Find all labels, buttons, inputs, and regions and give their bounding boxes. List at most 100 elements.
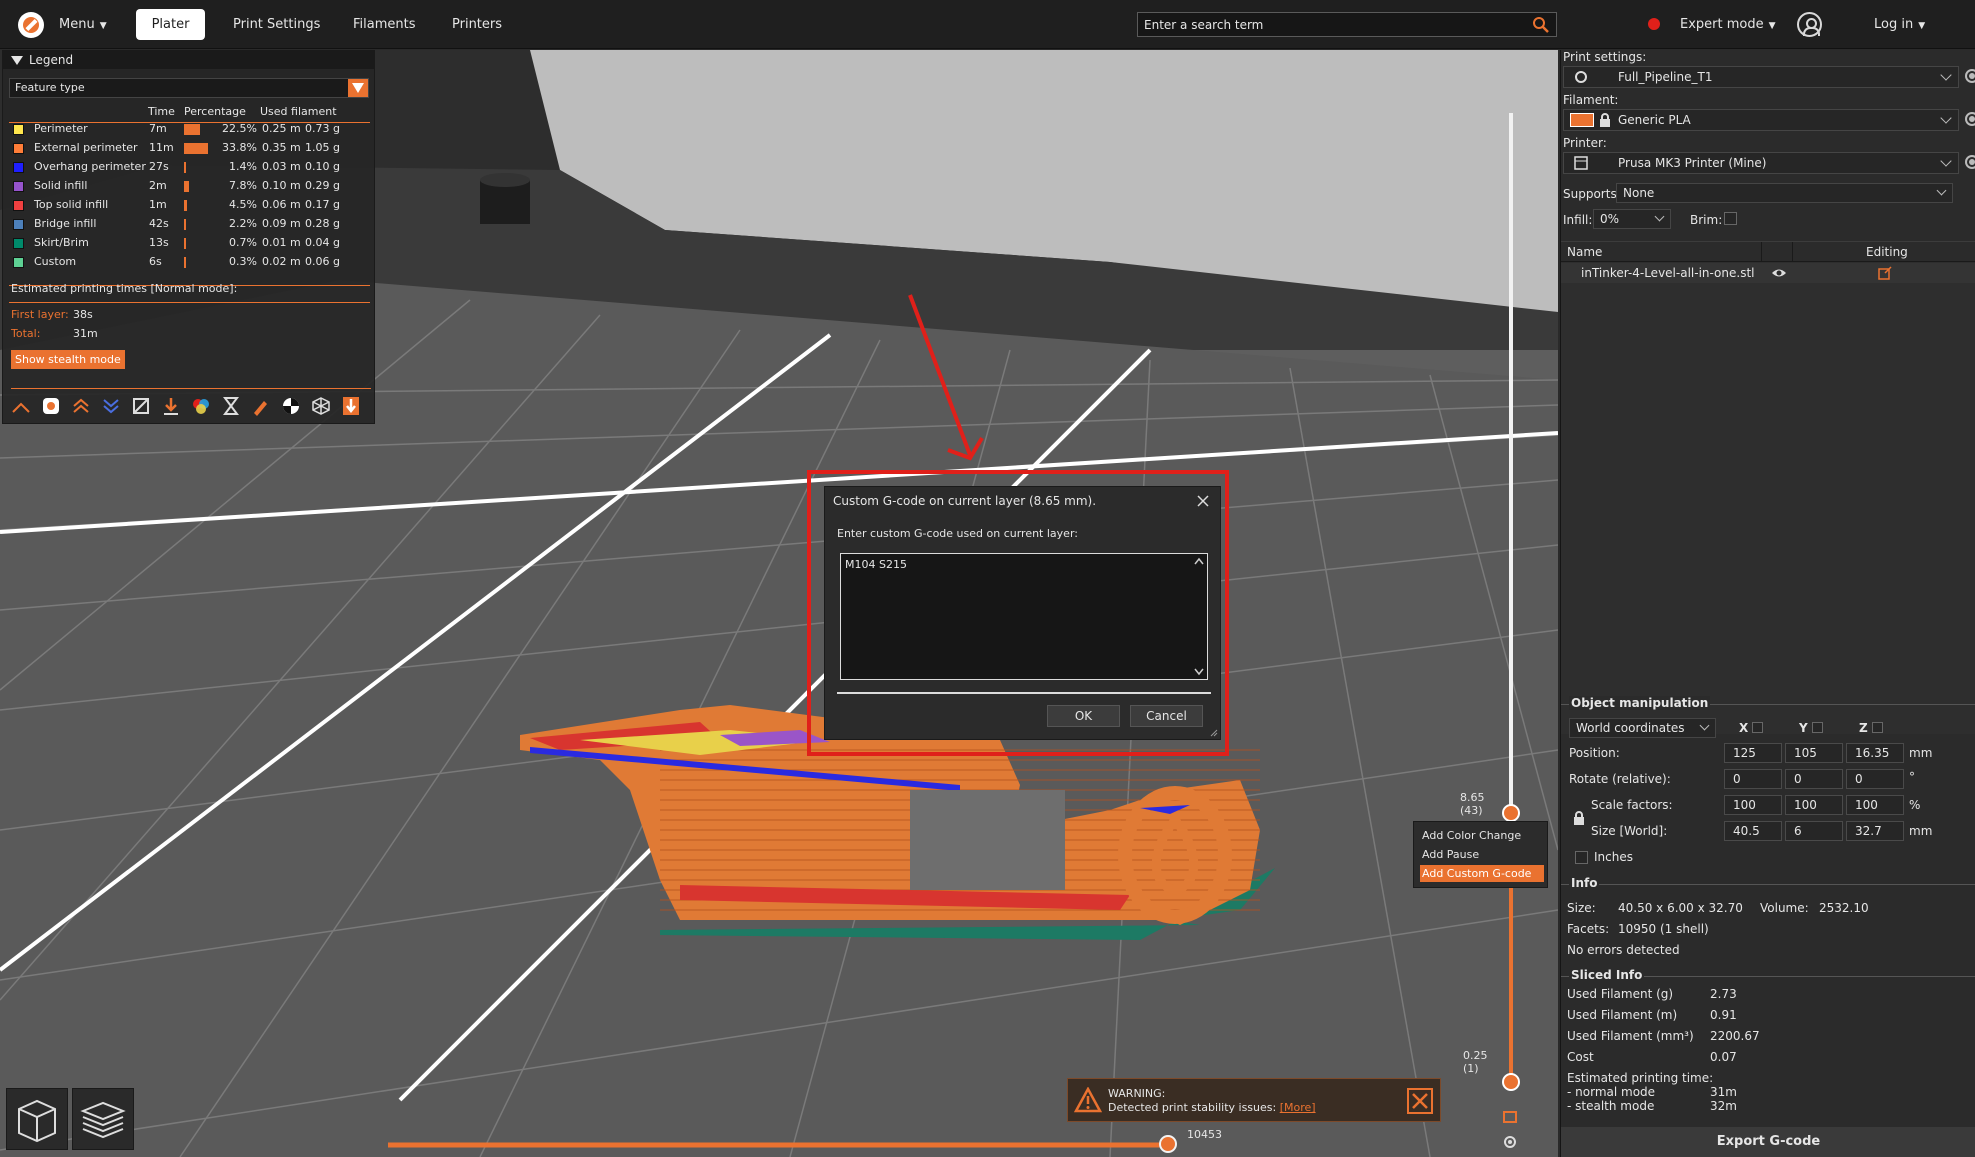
- coordinate-system-select[interactable]: World coordinates: [1569, 718, 1716, 738]
- printer-edit-icon[interactable]: [1965, 155, 1975, 169]
- wipe-icon[interactable]: [41, 396, 61, 416]
- ok-button[interactable]: OK: [1047, 705, 1120, 727]
- filament-combo[interactable]: Generic PLA: [1563, 109, 1959, 131]
- feature-grams: 0.28 g: [305, 217, 340, 230]
- dropdown-arrow-icon: [348, 79, 368, 97]
- color-swatch[interactable]: [13, 162, 24, 173]
- tab-plater[interactable]: Plater: [136, 9, 205, 40]
- center-of-gravity-icon[interactable]: [281, 396, 301, 416]
- feature-type-select[interactable]: Feature type: [9, 78, 369, 98]
- feature-percentage: 0.7%: [229, 236, 257, 249]
- eye-visibility-icon[interactable]: [1771, 266, 1787, 280]
- rotate-x-field[interactable]: 0: [1724, 769, 1782, 789]
- scale-y-field[interactable]: 100: [1785, 795, 1843, 815]
- color-swatch[interactable]: [13, 181, 24, 192]
- color-swatch[interactable]: [13, 143, 24, 154]
- shells-icon[interactable]: [311, 396, 331, 416]
- add-custom-gcode-item[interactable]: Add Custom G-code: [1420, 865, 1544, 882]
- menu-button[interactable]: Menu ▼: [47, 9, 119, 40]
- 3d-view-button[interactable]: [6, 1088, 68, 1150]
- size-x-field[interactable]: 40.5: [1724, 821, 1782, 841]
- legend-panel: Legend Feature type Time Percentage Used…: [2, 50, 375, 424]
- cancel-button[interactable]: Cancel: [1130, 705, 1203, 727]
- color-swatch[interactable]: [13, 200, 24, 211]
- object-row[interactable]: inTinker-4-Level-all-in-one.stl: [1561, 263, 1975, 283]
- scale-lock-icon[interactable]: [1573, 811, 1585, 825]
- search-icon[interactable]: [1532, 16, 1550, 34]
- scale-label: Scale factors:: [1591, 798, 1673, 812]
- col-time: Time: [148, 105, 175, 118]
- rotate-z-field[interactable]: 0: [1846, 769, 1904, 789]
- feature-time: 27s: [149, 160, 169, 173]
- color-swatch[interactable]: [13, 124, 24, 135]
- close-icon[interactable]: [1407, 1088, 1433, 1114]
- object-name[interactable]: inTinker-4-Level-all-in-one.stl: [1581, 266, 1755, 280]
- settings-gear-icon[interactable]: [1502, 1134, 1518, 1150]
- rotate-y-field[interactable]: 0: [1785, 769, 1843, 789]
- resize-grip-icon[interactable]: [1210, 729, 1218, 737]
- edit-object-icon[interactable]: [1878, 266, 1892, 280]
- print-settings-edit-icon[interactable]: [1965, 69, 1975, 83]
- mode-label: Expert mode: [1680, 17, 1764, 32]
- warning-more-link[interactable]: [More]: [1280, 1101, 1316, 1114]
- scale-z-field[interactable]: 100: [1846, 795, 1904, 815]
- printer-combo[interactable]: Prusa MK3 Printer (Mine): [1563, 152, 1959, 174]
- preview-view-button[interactable]: [72, 1088, 134, 1150]
- scale-x-field[interactable]: 100: [1724, 795, 1782, 815]
- position-z-field[interactable]: 16.35: [1846, 743, 1904, 763]
- tool-changes-icon[interactable]: [161, 396, 181, 416]
- position-y-field[interactable]: 105: [1785, 743, 1843, 763]
- cog-icon[interactable]: [1502, 1110, 1518, 1124]
- position-x-field[interactable]: 125: [1724, 743, 1782, 763]
- print-settings-combo[interactable]: Full_Pipeline_T1: [1563, 66, 1959, 88]
- feature-meters: 0.02 m: [262, 255, 301, 268]
- top-bar: Menu ▼ Plater Print Settings Filaments Pr…: [0, 0, 1975, 49]
- size-z-field[interactable]: 32.7: [1846, 821, 1904, 841]
- scale-unit: %: [1909, 798, 1921, 812]
- legend-row: Skirt/Brim 13s 0.7% 0.01 m 0.04 g: [11, 236, 371, 251]
- lock-icon: [1600, 113, 1610, 127]
- mode-button[interactable]: Expert mode ▼: [1668, 9, 1788, 40]
- color-swatch[interactable]: [13, 219, 24, 230]
- layer-slider-top-handle[interactable]: [1502, 804, 1520, 822]
- infill-select[interactable]: 0%: [1593, 209, 1671, 229]
- color-changes-icon[interactable]: [191, 396, 211, 416]
- color-swatch[interactable]: [13, 257, 24, 268]
- feature-time: 2m: [149, 179, 167, 192]
- filament-edit-icon[interactable]: [1965, 112, 1975, 126]
- prusaslicer-logo-icon: [18, 12, 44, 38]
- brim-checkbox[interactable]: [1724, 212, 1737, 225]
- add-color-change-item[interactable]: Add Color Change: [1420, 827, 1544, 844]
- custom-gcodes-icon[interactable]: [251, 396, 271, 416]
- tab-filaments[interactable]: Filaments: [341, 9, 428, 40]
- size-y-field[interactable]: 6: [1785, 821, 1843, 841]
- close-icon[interactable]: [1196, 494, 1210, 508]
- supports-select[interactable]: None: [1616, 183, 1953, 203]
- login-button[interactable]: Log in ▼: [1862, 9, 1937, 40]
- retractions-icon[interactable]: [71, 396, 91, 416]
- layer-slider-bottom-handle[interactable]: [1502, 1073, 1520, 1091]
- axis-z-indicator: [1872, 722, 1883, 733]
- show-stealth-mode-button[interactable]: Show stealth mode: [11, 350, 125, 369]
- export-gcode-button[interactable]: Export G-code: [1561, 1127, 1975, 1157]
- inches-checkbox[interactable]: [1575, 851, 1588, 864]
- seams-icon[interactable]: [131, 396, 151, 416]
- gcode-textarea[interactable]: [838, 551, 1210, 682]
- position-label: Position:: [1569, 746, 1620, 760]
- menu-label: Menu: [59, 17, 95, 32]
- warning-triangle-icon: [1074, 1087, 1102, 1113]
- deretractions-icon[interactable]: [101, 396, 121, 416]
- tab-printers[interactable]: Printers: [440, 9, 514, 40]
- travel-icon[interactable]: [11, 396, 31, 416]
- search-input[interactable]: [1144, 16, 1524, 34]
- filament-color-swatch[interactable]: [1570, 113, 1594, 127]
- legend-header[interactable]: Legend: [3, 51, 374, 69]
- textarea-scrollbar[interactable]: [1192, 555, 1206, 678]
- user-account-icon[interactable]: [1797, 12, 1822, 37]
- tab-print-settings[interactable]: Print Settings: [221, 9, 332, 40]
- tool-marker-icon[interactable]: [341, 396, 361, 416]
- feature-time: 42s: [149, 217, 169, 230]
- color-swatch[interactable]: [13, 238, 24, 249]
- pause-prints-icon[interactable]: [221, 396, 241, 416]
- add-pause-item[interactable]: Add Pause: [1420, 846, 1544, 863]
